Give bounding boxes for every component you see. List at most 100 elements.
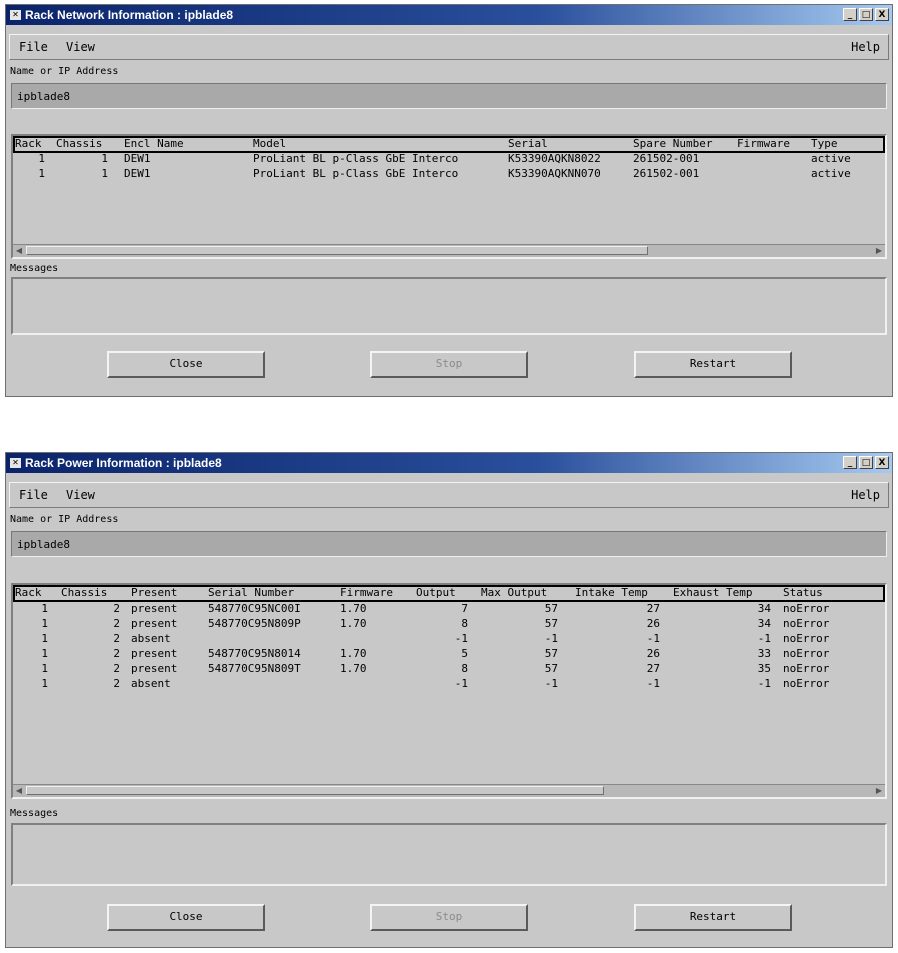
table-cell[interactable]: active [811, 167, 851, 181]
scroll-left-icon[interactable]: ◀ [13, 245, 25, 256]
table-cell[interactable]: 1 [73, 167, 108, 181]
restart-button[interactable]: Restart [634, 904, 792, 931]
table-cell[interactable]: 34 [683, 602, 771, 616]
address-input[interactable]: ipblade8 [11, 83, 887, 109]
scroll-left-icon[interactable]: ◀ [13, 785, 25, 796]
table-cell[interactable]: 1 [13, 167, 45, 181]
table-cell[interactable]: noError [783, 617, 829, 631]
table-cell[interactable]: 548770C95N8014 [208, 647, 301, 661]
table-cell[interactable]: 57 [483, 662, 558, 676]
menu-help[interactable]: Help [851, 40, 880, 54]
table-cell[interactable]: 26 [583, 647, 660, 661]
col-header-present[interactable]: Present [131, 586, 177, 600]
close-button[interactable]: Close [107, 904, 265, 931]
col-header-rack[interactable]: Rack [15, 586, 42, 600]
table-cell[interactable]: K53390AQKNN070 [508, 167, 601, 181]
scrollbar-thumb[interactable] [26, 246, 648, 255]
table-cell[interactable]: 5 [413, 647, 468, 661]
col-header-model[interactable]: Model [253, 137, 286, 151]
table-cell[interactable]: 7 [413, 602, 468, 616]
table-cell[interactable]: noError [783, 662, 829, 676]
table-cell[interactable]: absent [131, 632, 171, 646]
menu-file[interactable]: File [19, 488, 48, 502]
scroll-right-icon[interactable]: ▶ [873, 785, 885, 796]
scrollbar-thumb[interactable] [26, 786, 604, 795]
table-cell[interactable]: 1 [73, 152, 108, 166]
table-cell[interactable]: 27 [583, 602, 660, 616]
menu-file[interactable]: File [19, 40, 48, 54]
close-button[interactable]: Close [107, 351, 265, 378]
table-cell[interactable]: 2 [73, 662, 120, 676]
table-cell[interactable]: present [131, 617, 177, 631]
table-cell[interactable]: K53390AQKN8022 [508, 152, 601, 166]
menu-view[interactable]: View [66, 40, 95, 54]
table-cell[interactable]: -1 [413, 632, 468, 646]
table-cell[interactable]: present [131, 602, 177, 616]
col-header-type[interactable]: Type [811, 137, 838, 151]
table-cell[interactable]: 33 [683, 647, 771, 661]
table-cell[interactable]: 1.70 [340, 602, 367, 616]
table-cell[interactable]: 2 [73, 647, 120, 661]
table-cell[interactable]: 2 [73, 677, 120, 691]
col-header-chassis[interactable]: Chassis [56, 137, 102, 151]
horizontal-scrollbar[interactable]: ◀ ▶ [13, 784, 885, 797]
table-cell[interactable]: -1 [583, 677, 660, 691]
table-cell[interactable]: noError [783, 677, 829, 691]
table-cell[interactable]: noError [783, 647, 829, 661]
table-cell[interactable]: present [131, 647, 177, 661]
table-cell[interactable]: 1 [13, 152, 45, 166]
table-cell[interactable]: 548770C95N809P [208, 617, 301, 631]
table-cell[interactable]: -1 [413, 677, 468, 691]
col-header-intake-temp[interactable]: Intake Temp [575, 586, 648, 600]
table-cell[interactable]: 1 [13, 632, 48, 646]
table-cell[interactable]: 1.70 [340, 662, 367, 676]
table-cell[interactable]: present [131, 662, 177, 676]
table-cell[interactable]: 261502-001 [633, 167, 699, 181]
table-cell[interactable]: -1 [683, 632, 771, 646]
table-cell[interactable]: 8 [413, 662, 468, 676]
minimize-button[interactable]: _ [843, 456, 857, 469]
col-header-output[interactable]: Output [416, 586, 456, 600]
close-window-button[interactable]: X [875, 456, 889, 469]
table-cell[interactable]: 1 [13, 602, 48, 616]
table-cell[interactable]: 261502-001 [633, 152, 699, 166]
table-cell[interactable]: noError [783, 632, 829, 646]
table-cell[interactable]: 1.70 [340, 647, 367, 661]
restart-button[interactable]: Restart [634, 351, 792, 378]
menu-view[interactable]: View [66, 488, 95, 502]
col-header-chassis[interactable]: Chassis [61, 586, 107, 600]
network-titlebar[interactable]: ✕ Rack Network Information : ipblade8 _ … [6, 5, 892, 25]
col-header-rack[interactable]: Rack [15, 137, 42, 151]
table-cell[interactable]: 57 [483, 602, 558, 616]
table-cell[interactable]: 27 [583, 662, 660, 676]
table-cell[interactable]: 1.70 [340, 617, 367, 631]
col-header-firmware[interactable]: Firmware [737, 137, 790, 151]
table-cell[interactable]: 57 [483, 647, 558, 661]
scroll-right-icon[interactable]: ▶ [873, 245, 885, 256]
col-header-serial-number[interactable]: Serial Number [208, 586, 294, 600]
table-cell[interactable]: 34 [683, 617, 771, 631]
table-cell[interactable]: -1 [683, 677, 771, 691]
table-cell[interactable]: 1 [13, 617, 48, 631]
table-cell[interactable]: 2 [73, 632, 120, 646]
menu-help[interactable]: Help [851, 488, 880, 502]
minimize-button[interactable]: _ [843, 8, 857, 21]
col-header-firmware[interactable]: Firmware [340, 586, 393, 600]
table-cell[interactable]: active [811, 152, 851, 166]
table-cell[interactable]: -1 [483, 632, 558, 646]
power-titlebar[interactable]: ✕ Rack Power Information : ipblade8 _ □ … [6, 453, 892, 473]
col-header-spare-number[interactable]: Spare Number [633, 137, 712, 151]
table-cell[interactable]: absent [131, 677, 171, 691]
col-header-status[interactable]: Status [783, 586, 823, 600]
table-cell[interactable]: 1 [13, 677, 48, 691]
col-header-serial[interactable]: Serial [508, 137, 548, 151]
messages-area[interactable] [11, 277, 887, 335]
horizontal-scrollbar[interactable]: ◀ ▶ [13, 244, 885, 257]
table-cell[interactable]: 35 [683, 662, 771, 676]
table-cell[interactable]: 26 [583, 617, 660, 631]
table-cell[interactable]: 1 [13, 662, 48, 676]
table-cell[interactable]: 8 [413, 617, 468, 631]
table-cell[interactable]: noError [783, 602, 829, 616]
table-cell[interactable]: 2 [73, 602, 120, 616]
table-cell[interactable]: 1 [13, 647, 48, 661]
